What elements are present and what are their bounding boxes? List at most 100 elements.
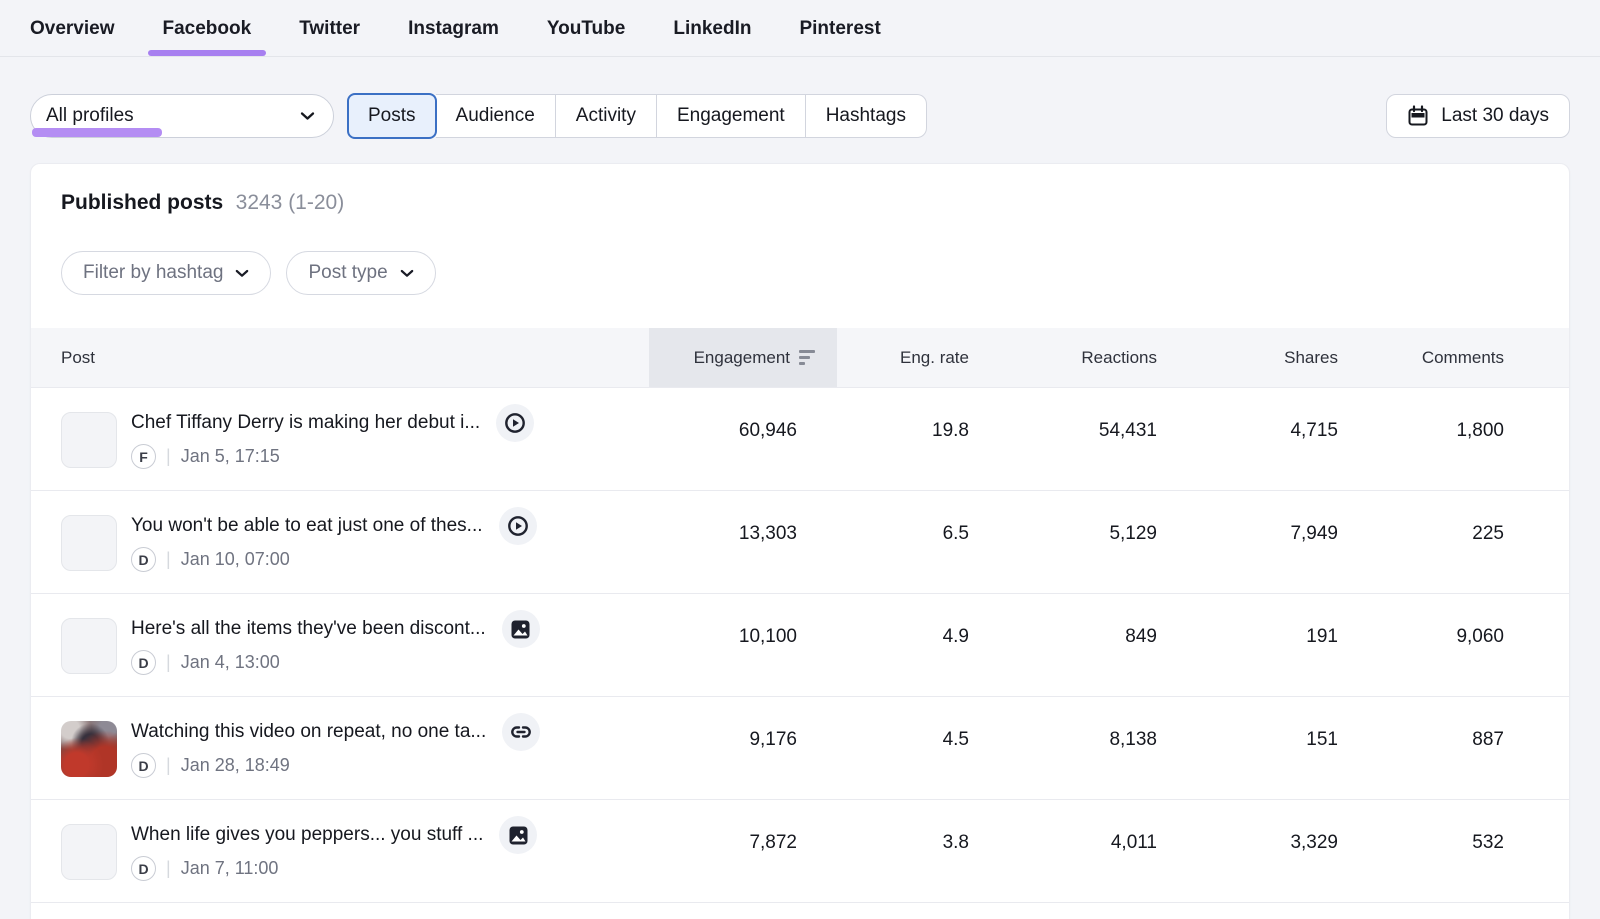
cell-engagement: 13,303: [649, 491, 837, 545]
cell-reactions: 54,431: [1009, 388, 1197, 442]
toolbar: All profiles Posts Audience Activity Eng…: [0, 57, 1600, 138]
post-cell: You won't be able to eat just one of the…: [31, 491, 649, 572]
chevron-down-icon: [400, 269, 414, 278]
column-header-reactions[interactable]: Reactions: [1009, 348, 1197, 368]
meta-separator: |: [166, 858, 171, 879]
filter-by-hashtag-label: Filter by hashtag: [83, 262, 223, 284]
nav-tab-youtube[interactable]: YouTube: [547, 18, 625, 56]
post-cell: Here's all the items they've been discon…: [31, 594, 649, 675]
cell-comments: 9,060: [1378, 594, 1569, 648]
chevron-down-icon: [235, 269, 249, 278]
nav-tab-instagram[interactable]: Instagram: [408, 18, 499, 56]
published-posts-card: Published posts 3243 (1-20) Filter by ha…: [30, 163, 1570, 919]
cell-eng-rate: 19.8: [837, 388, 1009, 442]
post-thumbnail[interactable]: [61, 515, 117, 571]
post-date: Jan 4, 13:00: [181, 652, 280, 673]
nav-tab-facebook[interactable]: Facebook: [163, 18, 252, 56]
cell-eng-rate: 4.5: [837, 697, 1009, 751]
post-thumbnail[interactable]: [61, 618, 117, 674]
column-header-engagement-label: Engagement: [694, 348, 790, 368]
profile-select-dropdown[interactable]: All profiles: [30, 94, 334, 138]
cell-engagement: 9,176: [649, 697, 837, 751]
view-tab-activity[interactable]: Activity: [556, 94, 657, 138]
profile-select-highlight: [32, 128, 162, 137]
view-tab-label: Posts: [368, 105, 416, 127]
view-tab-posts[interactable]: Posts: [347, 93, 437, 139]
nav-tab-overview[interactable]: Overview: [30, 18, 115, 56]
view-tab-audience[interactable]: Audience: [436, 94, 556, 138]
table-row-partial: [31, 902, 1569, 919]
column-header-engagement[interactable]: Engagement: [649, 328, 837, 387]
column-header-eng-rate[interactable]: Eng. rate: [837, 348, 1009, 368]
post-date: Jan 7, 11:00: [181, 858, 279, 879]
date-range-label: Last 30 days: [1441, 105, 1549, 127]
view-tab-label: Activity: [576, 105, 636, 127]
profile-badge: D: [131, 753, 156, 778]
view-tab-hashtags[interactable]: Hashtags: [806, 94, 927, 138]
nav-tab-label: Twitter: [299, 18, 360, 39]
cell-shares: 4,715: [1197, 388, 1378, 442]
media-type-icon: [499, 507, 537, 545]
table-row: Chef Tiffany Derry is making her debut i…: [31, 387, 1569, 490]
post-title-link[interactable]: Watching this video on repeat, no one ta…: [131, 721, 486, 743]
filter-row: Filter by hashtag Post type: [31, 215, 1569, 328]
cell-shares: 7,949: [1197, 491, 1378, 545]
cell-shares: 3,329: [1197, 800, 1378, 854]
media-type-icon: [496, 404, 534, 442]
media-type-icon: [502, 713, 540, 751]
cell-shares: 151: [1197, 697, 1378, 751]
post-title-link[interactable]: Here's all the items they've been discon…: [131, 618, 486, 640]
meta-separator: |: [166, 755, 171, 776]
nav-tab-linkedin[interactable]: LinkedIn: [673, 18, 751, 56]
media-type-icon: [502, 610, 540, 648]
cell-eng-rate: 6.5: [837, 491, 1009, 545]
view-tab-label: Audience: [456, 105, 535, 127]
nav-tab-label: YouTube: [547, 18, 625, 39]
post-cell: Chef Tiffany Derry is making her debut i…: [31, 388, 649, 469]
cell-comments: 225: [1378, 491, 1569, 545]
view-tab-label: Hashtags: [826, 105, 906, 127]
nav-tab-twitter[interactable]: Twitter: [299, 18, 360, 56]
post-thumbnail[interactable]: [61, 824, 117, 880]
table-row: Here's all the items they've been discon…: [31, 593, 1569, 696]
post-title-link[interactable]: When life gives you peppers... you stuff…: [131, 824, 483, 846]
table-row: You won't be able to eat just one of the…: [31, 490, 1569, 593]
column-header-comments[interactable]: Comments: [1378, 348, 1569, 368]
column-header-shares[interactable]: Shares: [1197, 348, 1378, 368]
cell-engagement: 10,100: [649, 594, 837, 648]
view-tabs: Posts Audience Activity Engagement Hasht…: [348, 94, 927, 138]
profile-select-value: All profiles: [46, 105, 134, 127]
card-count: 3243 (1-20): [236, 191, 345, 214]
post-title-link[interactable]: Chef Tiffany Derry is making her debut i…: [131, 412, 480, 434]
filter-by-hashtag-dropdown[interactable]: Filter by hashtag: [61, 251, 271, 295]
nav-tab-label: Instagram: [408, 18, 499, 39]
view-tab-engagement[interactable]: Engagement: [657, 94, 806, 138]
meta-separator: |: [166, 549, 171, 570]
post-type-dropdown[interactable]: Post type: [286, 251, 435, 295]
cell-engagement: 60,946: [649, 388, 837, 442]
post-title-link[interactable]: You won't be able to eat just one of the…: [131, 515, 483, 537]
post-date: Jan 28, 18:49: [181, 755, 290, 776]
date-range-button[interactable]: Last 30 days: [1386, 94, 1570, 138]
nav-tab-pinterest[interactable]: Pinterest: [799, 18, 880, 56]
view-tab-label: Engagement: [677, 105, 785, 127]
column-header-post: Post: [31, 348, 649, 368]
table-row: Watching this video on repeat, no one ta…: [31, 696, 1569, 799]
table-header-row: Post Engagement Eng. rate Reactions Shar…: [31, 328, 1569, 387]
cell-reactions: 849: [1009, 594, 1197, 648]
cell-eng-rate: 3.8: [837, 800, 1009, 854]
post-date: Jan 5, 17:15: [181, 446, 280, 467]
sort-descending-icon: [799, 350, 815, 365]
post-thumbnail[interactable]: [61, 721, 117, 777]
media-type-icon: [499, 816, 537, 854]
cell-eng-rate: 4.9: [837, 594, 1009, 648]
cell-comments: 532: [1378, 800, 1569, 854]
card-title: Published posts: [61, 191, 223, 214]
profile-badge: D: [131, 856, 156, 881]
profile-badge: F: [131, 444, 156, 469]
profile-badge: D: [131, 547, 156, 572]
cell-reactions: 4,011: [1009, 800, 1197, 854]
post-thumbnail[interactable]: [61, 412, 117, 468]
cell-engagement: 7,872: [649, 800, 837, 854]
post-cell: Watching this video on repeat, no one ta…: [31, 697, 649, 778]
